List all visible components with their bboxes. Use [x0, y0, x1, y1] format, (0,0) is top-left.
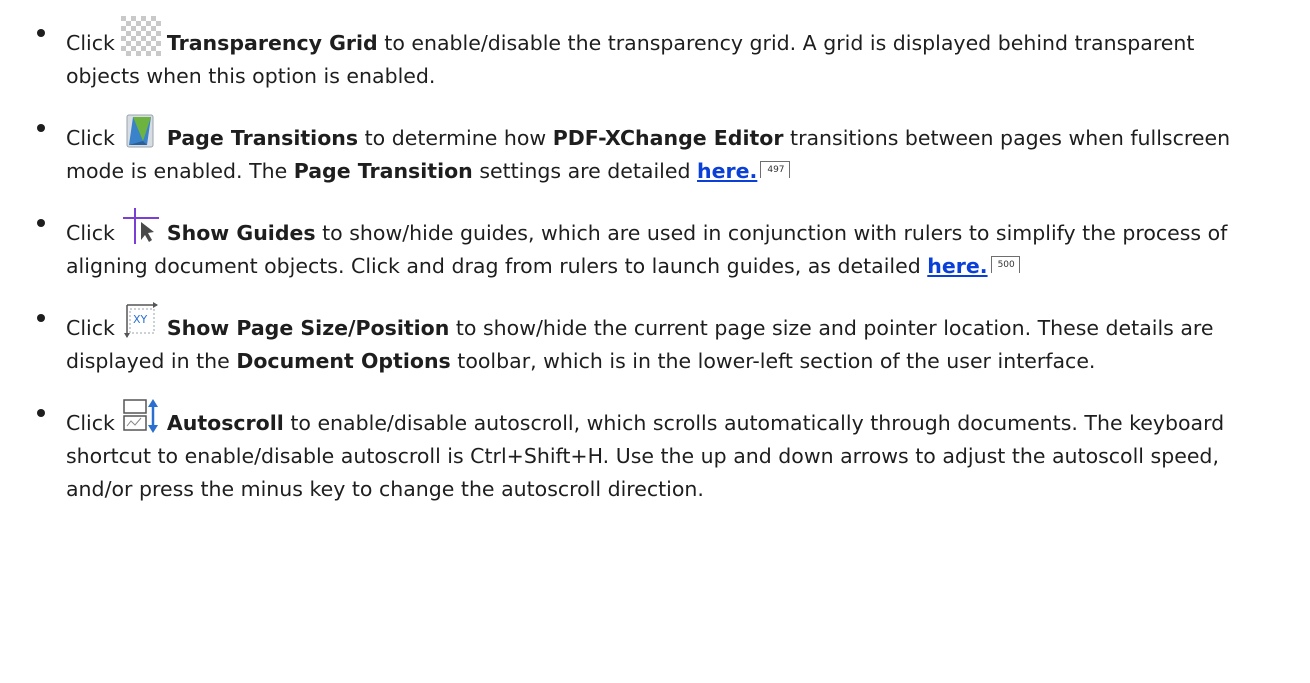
page-transitions-icon — [121, 111, 161, 151]
bullet-dot — [37, 219, 45, 227]
list-item-page-transitions: Click Page Transitions to determine how … — [34, 111, 1270, 188]
here-link-guides[interactable]: here. — [927, 254, 987, 278]
list-item-transparency-grid: Click Transparency Grid to enable/disabl… — [34, 16, 1270, 93]
click-word: Click — [66, 411, 115, 435]
page-reference[interactable]: 497 — [760, 161, 790, 178]
settings-name: Page Transition — [293, 159, 473, 183]
list-item-autoscroll: Click Autoscroll to enable/disable autos… — [34, 396, 1270, 506]
autoscroll-icon — [121, 396, 161, 436]
click-word: Click — [66, 221, 115, 245]
show-page-size-position-icon: XY — [121, 301, 161, 341]
bullet-dot — [37, 314, 45, 322]
app-name: PDF-XChange Editor — [552, 126, 784, 150]
here-link-page-transition[interactable]: here. — [697, 159, 757, 183]
feature-description-a: to determine how — [364, 126, 547, 150]
feature-name: Show Guides — [166, 221, 316, 245]
page-reference[interactable]: 500 — [990, 256, 1020, 273]
feature-name: Transparency Grid — [166, 31, 378, 55]
document-page: Click Transparency Grid to enable/disabl… — [0, 16, 1310, 683]
list-item-show-page-size-position: Click XY Show Page Size/Position to show… — [34, 301, 1270, 378]
feature-list: Click Transparency Grid to enable/disabl… — [34, 16, 1270, 506]
feature-description-b: toolbar, which is in the lower-left sect… — [457, 349, 1096, 373]
feature-name: Autoscroll — [166, 411, 284, 435]
bullet-dot — [37, 124, 45, 132]
list-item-show-guides: Click Show Guides to show/hide guides, w… — [34, 206, 1270, 283]
xy-icon-label: XY — [133, 313, 148, 326]
feature-name: Page Transitions — [166, 126, 359, 150]
show-guides-icon — [121, 206, 161, 246]
click-word: Click — [66, 31, 115, 55]
click-word: Click — [66, 316, 115, 340]
click-word: Click — [66, 126, 115, 150]
feature-name: Show Page Size/Position — [166, 316, 450, 340]
bullet-dot — [37, 409, 45, 417]
toolbar-name: Document Options — [236, 349, 451, 373]
bullet-dot — [37, 29, 45, 37]
feature-description-c: settings are detailed — [479, 159, 691, 183]
transparency-grid-icon — [120, 16, 161, 56]
